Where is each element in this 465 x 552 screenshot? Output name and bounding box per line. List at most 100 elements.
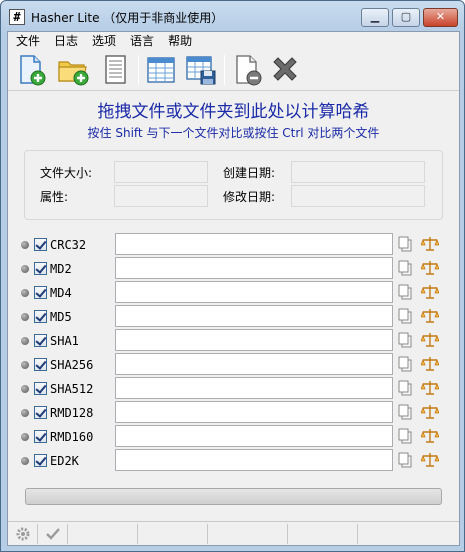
- save-table-icon[interactable]: [184, 53, 218, 87]
- close-button[interactable]: ✕: [423, 8, 458, 27]
- status-dot: [21, 457, 29, 465]
- algorithm-label: SHA512: [50, 382, 94, 396]
- title-bar[interactable]: # Hasher Lite （仅用于非商业使用） ▁ ▢ ✕: [1, 1, 464, 31]
- algorithm-label: MD2: [50, 262, 72, 276]
- copy-icon[interactable]: [397, 284, 413, 300]
- compare-icon[interactable]: [420, 260, 440, 276]
- hash-row-md5: MD5: [8, 305, 459, 329]
- progress-bar: [25, 488, 442, 505]
- menu-language[interactable]: 语言: [123, 32, 161, 50]
- copy-icon[interactable]: [397, 260, 413, 276]
- algorithm-checkbox[interactable]: [34, 382, 47, 395]
- drop-zone-hint: 按住 Shift 与下一个文件对比或按住 Ctrl 对比两个文件: [87, 126, 380, 140]
- copy-icon[interactable]: [397, 308, 413, 324]
- file-size-label: 文件大小:: [40, 166, 93, 180]
- hash-value-field[interactable]: [115, 281, 393, 303]
- copy-icon[interactable]: [397, 332, 413, 348]
- copy-icon[interactable]: [397, 236, 413, 252]
- compare-icon[interactable]: [420, 308, 440, 324]
- hash-value-field[interactable]: [115, 449, 393, 471]
- check-icon[interactable]: [38, 524, 68, 544]
- hash-value-field[interactable]: [115, 257, 393, 279]
- menu-log[interactable]: 日志: [47, 32, 85, 50]
- algorithm-label: RMD160: [50, 430, 94, 444]
- status-dot: [21, 289, 29, 297]
- algorithm-checkbox[interactable]: [34, 238, 47, 251]
- algorithm-checkbox[interactable]: [34, 334, 47, 347]
- compare-icon[interactable]: [420, 380, 440, 396]
- attributes-value: [114, 185, 208, 207]
- compare-icon[interactable]: [420, 236, 440, 252]
- file-size-value: [114, 161, 208, 183]
- created-date-label: 创建日期:: [223, 166, 276, 180]
- file-info-panel: 文件大小: 创建日期: 属性: 修改日期:: [24, 150, 443, 220]
- status-dot: [21, 241, 29, 249]
- algorithm-label: RMD128: [50, 406, 94, 420]
- compare-icon[interactable]: [420, 332, 440, 348]
- remove-file-icon[interactable]: [230, 53, 264, 87]
- app-window: # Hasher Lite （仅用于非商业使用） ▁ ▢ ✕ 文件 日志 选项 …: [0, 0, 465, 552]
- status-dot: [21, 337, 29, 345]
- maximize-button[interactable]: ▢: [392, 8, 420, 27]
- hash-value-field[interactable]: [115, 329, 393, 351]
- add-file-icon[interactable]: [14, 53, 48, 87]
- algorithm-label: SHA256: [50, 358, 94, 372]
- compare-icon[interactable]: [420, 404, 440, 420]
- hash-row-md4: MD4: [8, 281, 459, 305]
- status-cell: [208, 524, 288, 544]
- copy-icon[interactable]: [397, 404, 413, 420]
- created-date-value: [291, 161, 425, 183]
- hash-row-sha1: SHA1: [8, 329, 459, 353]
- menu-file[interactable]: 文件: [8, 32, 47, 50]
- hash-value-field[interactable]: [115, 425, 393, 447]
- copy-icon[interactable]: [397, 356, 413, 372]
- add-folder-icon[interactable]: [56, 53, 90, 87]
- status-check-cell: [38, 524, 68, 544]
- status-settings-cell: [8, 524, 38, 544]
- table-icon[interactable]: [144, 53, 178, 87]
- window-title: Hasher Lite （仅用于非商业使用）: [31, 11, 224, 25]
- menu-options[interactable]: 选项: [85, 32, 123, 50]
- clear-icon[interactable]: [268, 53, 302, 87]
- algorithm-checkbox[interactable]: [34, 310, 47, 323]
- hash-row-rmd160: RMD160: [8, 425, 459, 449]
- algorithm-checkbox[interactable]: [34, 430, 47, 443]
- algorithm-checkbox[interactable]: [34, 454, 47, 467]
- app-icon: #: [9, 9, 25, 25]
- hash-value-field[interactable]: [115, 401, 393, 423]
- status-bar: [8, 521, 459, 545]
- menu-help[interactable]: 帮助: [161, 32, 199, 50]
- minimize-button[interactable]: ▁: [361, 8, 389, 27]
- status-dot: [21, 409, 29, 417]
- document-icon[interactable]: [98, 53, 132, 87]
- compare-icon[interactable]: [420, 428, 440, 444]
- compare-icon[interactable]: [420, 284, 440, 300]
- status-dot: [21, 265, 29, 273]
- algorithm-checkbox[interactable]: [34, 286, 47, 299]
- hash-row-rmd128: RMD128: [8, 401, 459, 425]
- algorithm-label: ED2K: [50, 454, 79, 468]
- hash-value-field[interactable]: [115, 353, 393, 375]
- hash-value-field[interactable]: [115, 233, 393, 255]
- toolbar-separator: [224, 55, 225, 85]
- copy-icon[interactable]: [397, 452, 413, 468]
- compare-icon[interactable]: [420, 356, 440, 372]
- attributes-label: 属性:: [40, 190, 69, 204]
- status-cell: [288, 524, 358, 544]
- copy-icon[interactable]: [397, 428, 413, 444]
- status-cell: [68, 524, 138, 544]
- copy-icon[interactable]: [397, 380, 413, 396]
- status-cell: [138, 524, 208, 544]
- status-dot: [21, 385, 29, 393]
- hash-value-field[interactable]: [115, 305, 393, 327]
- settings-icon[interactable]: [8, 524, 38, 544]
- algorithm-checkbox[interactable]: [34, 358, 47, 371]
- algorithm-checkbox[interactable]: [34, 262, 47, 275]
- hash-row-sha256: SHA256: [8, 353, 459, 377]
- hash-value-field[interactable]: [115, 377, 393, 399]
- algorithm-label: MD5: [50, 310, 72, 324]
- algorithm-label: SHA1: [50, 334, 79, 348]
- compare-icon[interactable]: [420, 452, 440, 468]
- algorithm-checkbox[interactable]: [34, 406, 47, 419]
- status-dot: [21, 433, 29, 441]
